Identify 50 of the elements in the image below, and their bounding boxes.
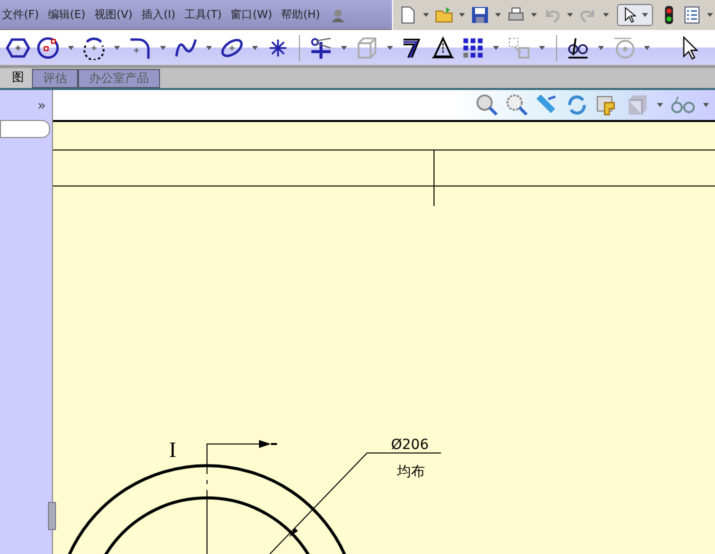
caret-icon[interactable] (707, 13, 713, 17)
caret-icon[interactable] (657, 103, 663, 107)
menu-item[interactable]: 文件(F) (2, 7, 39, 22)
caret-icon[interactable] (160, 46, 166, 50)
caret-icon[interactable] (539, 46, 545, 50)
caret-icon[interactable] (341, 46, 347, 50)
hexagon-icon[interactable] (6, 36, 30, 60)
caret-icon[interactable] (642, 13, 648, 17)
caret-icon[interactable] (703, 103, 709, 107)
caret-icon[interactable] (68, 46, 74, 50)
caret-icon[interactable] (644, 46, 650, 50)
circle-icon[interactable] (36, 36, 60, 60)
menu-item[interactable]: 工具(T) (184, 7, 222, 22)
checklist-icon[interactable] (682, 5, 702, 25)
grid-icon[interactable] (461, 36, 485, 60)
arrowhead (289, 528, 298, 537)
caret-icon[interactable] (387, 46, 393, 50)
scissors-icon[interactable] (309, 36, 333, 60)
caret-icon[interactable] (598, 46, 604, 50)
caret-icon[interactable] (114, 46, 120, 50)
glasses-icon[interactable] (566, 36, 590, 60)
menu-item[interactable]: 帮助(H) (281, 7, 320, 22)
folder-icon[interactable] (434, 5, 454, 25)
caret-icon[interactable] (495, 13, 501, 17)
caret-icon[interactable] (493, 46, 499, 50)
caret-icon[interactable] (567, 13, 573, 17)
tangent-arc-icon[interactable] (128, 36, 152, 60)
menu-item[interactable]: 视图(V) (94, 7, 133, 22)
note-label: 均布 (397, 464, 425, 480)
diameter-label: Ø206 (391, 437, 429, 453)
caret-icon[interactable] (423, 13, 429, 17)
tab[interactable]: 图 (0, 69, 32, 88)
input-field[interactable] (0, 120, 50, 138)
caret-icon[interactable] (459, 13, 465, 17)
warning-icon[interactable] (431, 36, 455, 60)
zoom-area-icon[interactable] (505, 93, 529, 117)
caret-icon[interactable] (252, 46, 258, 50)
section-label: I (169, 437, 176, 462)
caret-icon[interactable] (531, 13, 537, 17)
zoom-icon[interactable] (475, 93, 499, 117)
menu-item[interactable]: 插入(I) (142, 7, 176, 22)
save-icon[interactable] (470, 5, 490, 25)
expand-button[interactable]: » (37, 98, 46, 114)
caret-icon[interactable] (206, 46, 212, 50)
arc-icon[interactable] (82, 36, 106, 60)
menu-item[interactable]: 编辑(E) (48, 7, 86, 22)
collapse-handle[interactable] (48, 502, 56, 530)
caret-icon[interactable] (603, 13, 609, 17)
pointer-button[interactable] (617, 4, 653, 26)
menu-item[interactable]: 窗口(W) (230, 7, 272, 22)
